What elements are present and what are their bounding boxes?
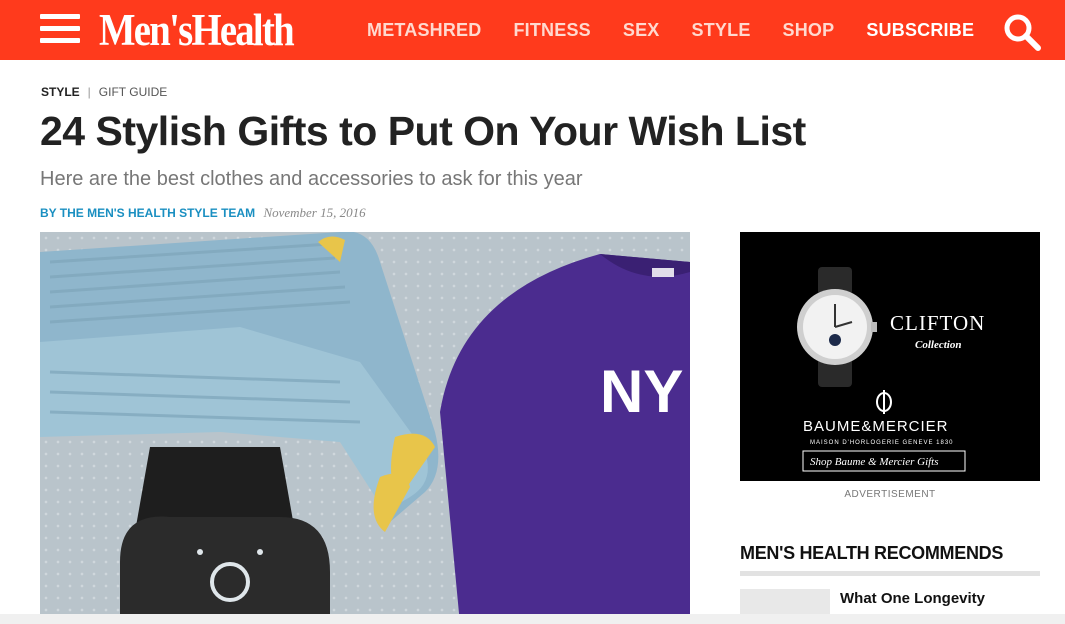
recommend-headline[interactable]: What One Longevity — [840, 589, 1040, 608]
sweater-text: NY — [600, 358, 683, 425]
ad-label: ADVERTISEMENT — [844, 489, 936, 500]
ad-subline: Collection — [915, 339, 961, 351]
search-icon[interactable] — [1002, 12, 1042, 52]
ad-brand: BAUME&MERCIER — [803, 418, 949, 435]
ad-tagline: MAISON D'HORLOGERIE GENEVE 1830 — [810, 440, 954, 446]
sweater-graphic: NY — [440, 254, 690, 624]
site-logo[interactable]: Men'sHealth — [99, 4, 295, 56]
nav-item-sex[interactable]: SEX — [623, 20, 660, 41]
nav-item-subscribe[interactable]: SUBSCRIBE — [866, 20, 974, 41]
nav-item-shop[interactable]: SHOP — [783, 20, 835, 41]
recommends-title: MEN'S HEALTH RECOMMENDS — [740, 543, 1004, 563]
watch-graphic — [120, 447, 330, 624]
breadcrumb: STYLE | GIFT GUIDE — [41, 85, 167, 99]
main-nav: METASHRED FITNESS SEX STYLE SHOP SUBSCRI… — [367, 0, 1006, 60]
site-header: Men'sHealth METASHRED FITNESS SEX STYLE … — [0, 0, 1065, 60]
watch-icon — [797, 267, 877, 387]
hero-image[interactable]: NY — [40, 232, 690, 624]
breadcrumb-separator: | — [87, 85, 91, 99]
recommends-divider — [740, 571, 1040, 576]
horizontal-scrollbar[interactable] — [0, 614, 1065, 624]
nav-item-style[interactable]: STYLE — [692, 20, 751, 41]
hamburger-menu-icon[interactable] — [40, 14, 80, 46]
advertisement[interactable]: CLIFTON Collection BAUME&MERCIER MAISON … — [740, 232, 1040, 481]
author-link[interactable]: BY THE MEN'S HEALTH STYLE TEAM — [40, 206, 255, 220]
nav-item-fitness[interactable]: FITNESS — [513, 20, 590, 41]
brand-emblem-icon — [876, 390, 892, 414]
article-dek: Here are the best clothes and accessorie… — [40, 168, 583, 190]
ad-creative: CLIFTON Collection BAUME&MERCIER MAISON … — [797, 267, 985, 472]
publish-date: November 15, 2016 — [263, 205, 366, 220]
ad-headline: CLIFTON — [890, 311, 985, 335]
byline: BY THE MEN'S HEALTH STYLE TEAM November … — [40, 205, 366, 221]
hero-illustration: NY — [40, 232, 690, 624]
ad-cta: Shop Baume & Mercier Gifts — [810, 456, 939, 468]
breadcrumb-section[interactable]: STYLE — [41, 85, 80, 99]
article-title: 24 Stylish Gifts to Put On Your Wish Lis… — [40, 108, 806, 154]
breadcrumb-subsection[interactable]: GIFT GUIDE — [99, 85, 167, 99]
nav-item-metashred[interactable]: METASHRED — [367, 20, 481, 41]
